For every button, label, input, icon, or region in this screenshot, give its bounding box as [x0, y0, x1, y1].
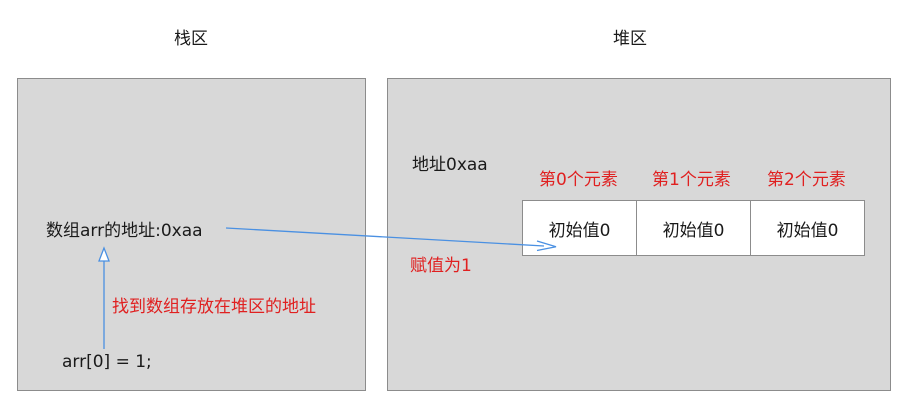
- pointer-arrow: [225, 227, 557, 252]
- arrows-layer: [98, 227, 557, 349]
- lookup-arrow: [98, 246, 110, 349]
